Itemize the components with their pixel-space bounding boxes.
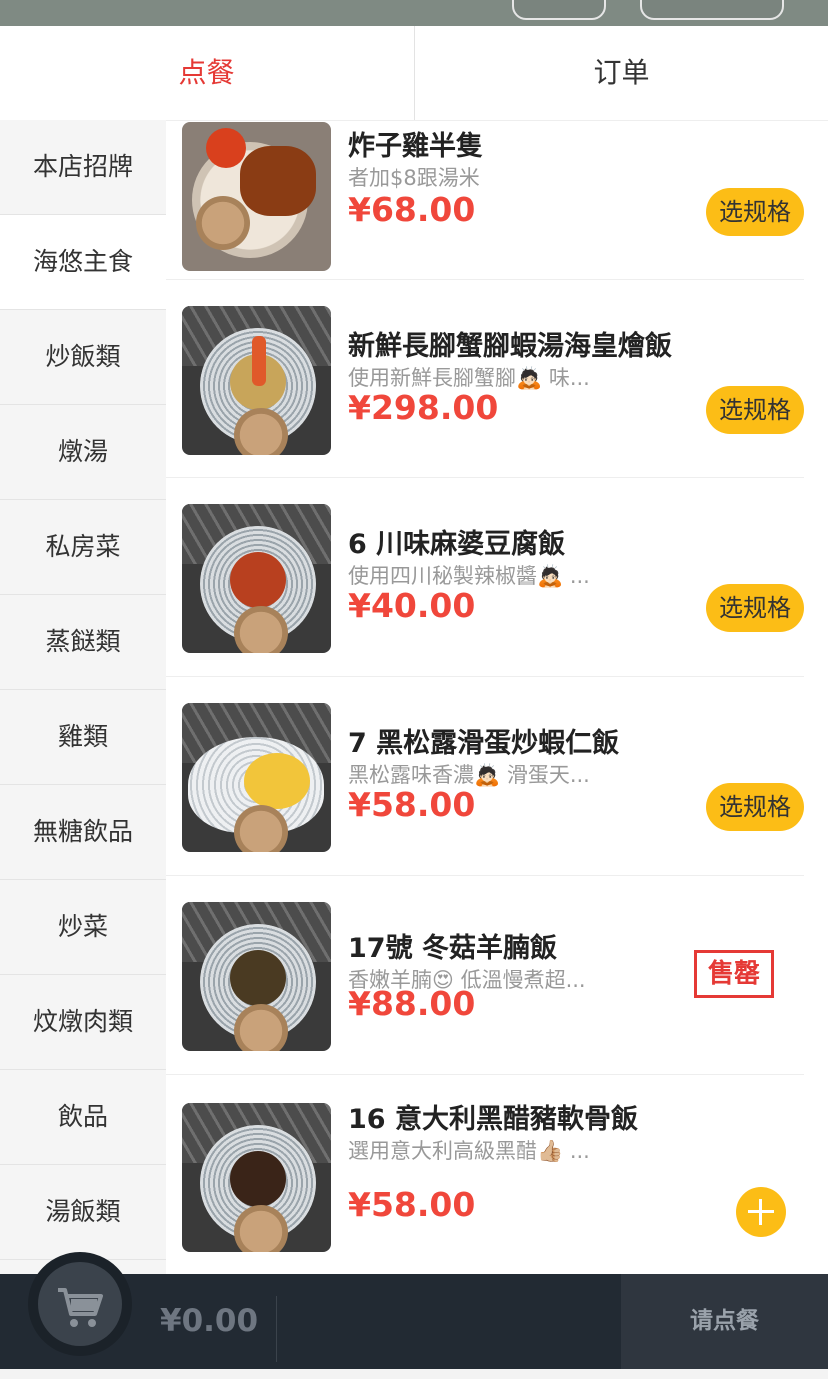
category-sidebar: 本店招牌 海悠主食 炒飯類 燉湯 私房菜 蒸餸類 雞類 無糖飲品 炒菜 炆燉肉類… [0, 120, 166, 1274]
category-item[interactable]: 蒸餸類 [0, 595, 166, 690]
dish-image [182, 122, 331, 271]
category-item[interactable]: 燉湯 [0, 405, 166, 500]
select-spec-button[interactable]: 选规格 [706, 783, 804, 831]
dish-image [182, 306, 331, 455]
category-item-active[interactable]: 海悠主食 [0, 215, 166, 310]
bottom-strip [0, 1369, 828, 1379]
dish-price: ¥68.00 [348, 190, 476, 229]
cart-divider [276, 1296, 277, 1362]
category-item[interactable]: 本店招牌 [0, 120, 166, 215]
dish-price: ¥298.00 [348, 388, 499, 427]
dish-price: ¥58.00 [348, 1185, 476, 1224]
category-item[interactable]: 湯飯類 [0, 1165, 166, 1260]
add-to-cart-button[interactable] [736, 1187, 786, 1237]
tab-bar: 点餐 订单 [0, 26, 828, 121]
dish-description: 選用意大利高級黑醋👍🏼 ... [348, 1139, 590, 1163]
dish-price: ¥88.00 [348, 984, 476, 1023]
dish-name: 16 意大利黑醋豬軟骨飯 [348, 1104, 638, 1135]
tab-orders[interactable]: 订单 [414, 26, 828, 120]
menu-item[interactable]: 6 川味麻婆豆腐飯 使用四川秘製辣椒醬🙇🏻 ... ¥40.00 选规格 [166, 478, 804, 677]
menu-list: 炸子雞半隻 者加$8跟湯米 ¥68.00 选规格 新鮮長腳蟹腳蝦湯海皇燴飯 使用… [166, 120, 828, 1274]
tab-order-food[interactable]: 点餐 [0, 26, 413, 120]
dish-name: 新鮮長腳蟹腳蝦湯海皇燴飯 [348, 331, 672, 362]
category-item[interactable]: 私房菜 [0, 500, 166, 595]
cart-icon[interactable] [56, 1286, 104, 1330]
dish-name: 炸子雞半隻 [348, 131, 483, 162]
dish-name: 17號 冬菇羊腩飯 [348, 933, 557, 964]
top-pill [640, 0, 784, 20]
dish-price: ¥58.00 [348, 785, 476, 824]
dish-image [182, 703, 331, 852]
menu-item[interactable]: 炸子雞半隻 者加$8跟湯米 ¥68.00 选规格 [166, 120, 804, 280]
category-item[interactable]: 雞類 [0, 690, 166, 785]
category-item[interactable]: 無糖飲品 [0, 785, 166, 880]
dish-image [182, 504, 331, 653]
category-item[interactable]: 炒飯類 [0, 310, 166, 405]
status-strip [0, 0, 828, 26]
menu-item[interactable]: 7 黑松露滑蛋炒蝦仁飯 黑松露味香濃🙇🏻 滑蛋天... ¥58.00 选规格 [166, 677, 804, 876]
category-item[interactable]: 飲品 [0, 1070, 166, 1165]
select-spec-button[interactable]: 选规格 [706, 386, 804, 434]
select-spec-button[interactable]: 选规格 [706, 584, 804, 632]
menu-item[interactable]: 新鮮長腳蟹腳蝦湯海皇燴飯 使用新鮮長腳蟹腳🙇🏻 味... ¥298.00 选规格 [166, 280, 804, 478]
dish-name: 7 黑松露滑蛋炒蝦仁飯 [348, 728, 620, 759]
select-spec-button[interactable]: 选规格 [706, 188, 804, 236]
menu-item[interactable]: 17號 冬菇羊腩飯 香嫩羊腩😍 低溫慢煮超... ¥88.00 售罄 [166, 876, 804, 1075]
menu-item[interactable]: 16 意大利黑醋豬軟骨飯 選用意大利高級黑醋👍🏼 ... ¥58.00 [166, 1075, 804, 1274]
top-pill [512, 0, 606, 20]
dish-image [182, 902, 331, 1051]
dish-price: ¥40.00 [348, 586, 476, 625]
category-item[interactable]: 炆燉肉類 [0, 975, 166, 1070]
dish-image [182, 1103, 331, 1252]
checkout-button[interactable]: 请点餐 [621, 1274, 828, 1369]
category-item[interactable]: 炒菜 [0, 880, 166, 975]
dish-description: 者加$8跟湯米 [348, 166, 480, 190]
sold-out-badge: 售罄 [694, 950, 774, 998]
cart-total: ¥0.00 [160, 1303, 259, 1339]
dish-name: 6 川味麻婆豆腐飯 [348, 529, 566, 560]
